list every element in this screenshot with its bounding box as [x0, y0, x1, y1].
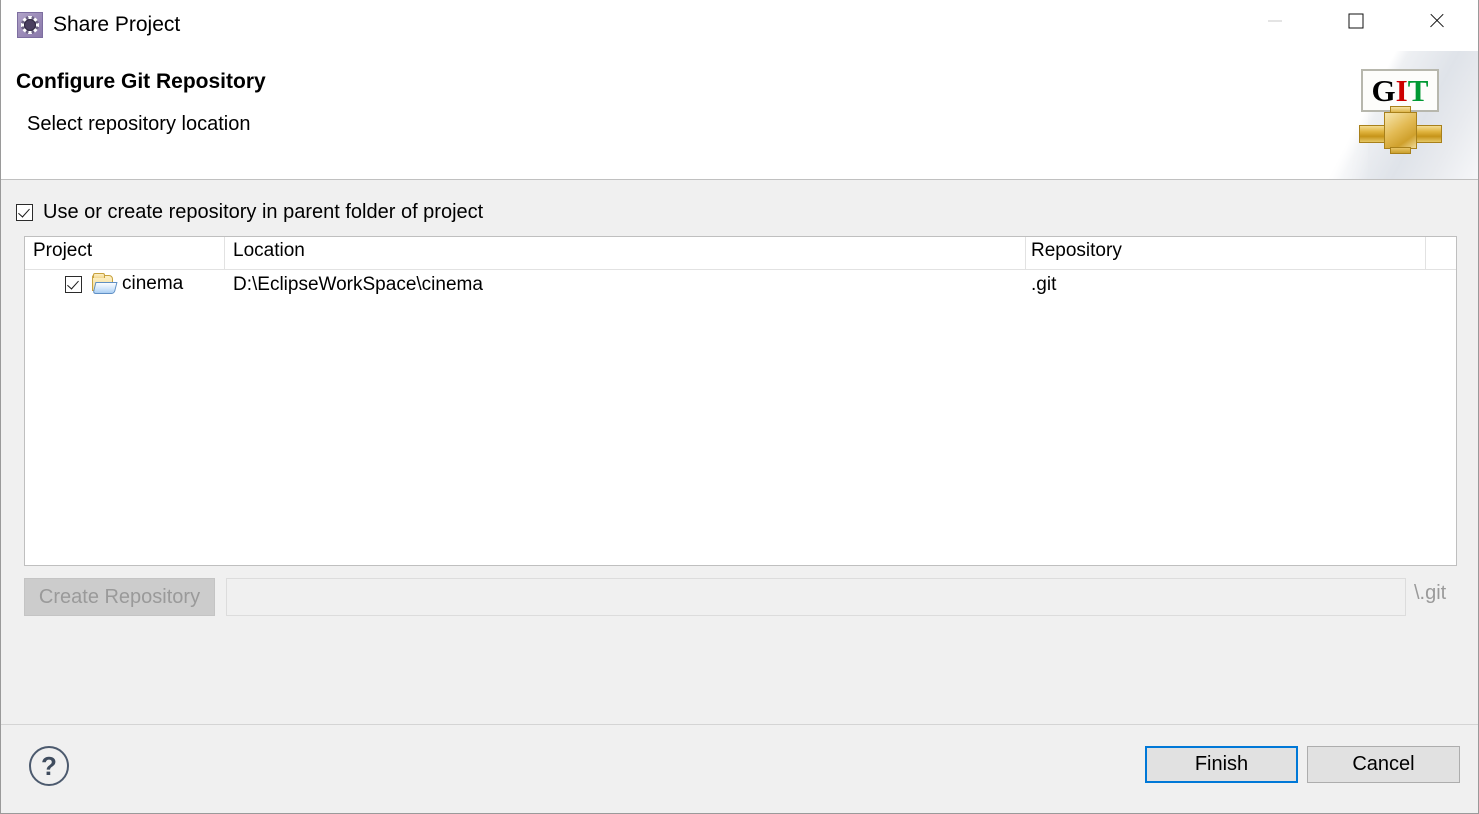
gear-hub [24, 19, 36, 31]
parent-folder-checkbox[interactable] [16, 203, 33, 221]
finish-button[interactable]: Finish [1145, 746, 1298, 783]
column-header-repository[interactable]: Repository [1031, 240, 1122, 262]
window-title: Share Project [53, 13, 181, 36]
share-project-dialog: Share Project Configure Git Repository S… [0, 0, 1479, 814]
title-bar: Share Project [1, 0, 1478, 51]
create-repository-button[interactable]: Create Repository [24, 578, 215, 616]
column-divider[interactable] [224, 237, 225, 270]
column-header-project[interactable]: Project [33, 240, 92, 262]
row-repository-cell: .git [1031, 274, 1057, 295]
table-row[interactable]: cinema D:\EclipseWorkSpace\cinema .git [25, 270, 1456, 306]
row-project-cell[interactable]: cinema [65, 272, 184, 295]
cancel-button[interactable]: Cancel [1307, 746, 1460, 783]
git-letter-i: I [1395, 73, 1408, 108]
row-location-cell: D:\EclipseWorkSpace\cinema [233, 274, 483, 295]
repository-suffix-label: \.git [1414, 582, 1447, 604]
parent-folder-checkbox-label: Use or create repository in parent folde… [43, 200, 484, 223]
page-title: Configure Git Repository [16, 70, 266, 93]
git-letter-g: G [1371, 73, 1396, 108]
row-project-name: cinema [122, 273, 184, 294]
maximize-icon[interactable] [1333, 0, 1379, 42]
folder-icon [92, 272, 118, 294]
git-letter-t: T [1407, 73, 1429, 108]
git-banner-image: GIT [1278, 51, 1478, 179]
help-icon[interactable]: ? [29, 746, 69, 786]
row-checkbox[interactable] [65, 275, 82, 293]
create-repository-row: Create Repository \.git [24, 578, 1457, 616]
minimize-glyph [1268, 20, 1282, 22]
gear-icon [17, 12, 43, 38]
column-header-location[interactable]: Location [233, 240, 305, 262]
minimize-icon[interactable] [1252, 0, 1298, 42]
page-subtitle: Select repository location [27, 113, 251, 135]
folder-front [92, 281, 118, 294]
dialog-body: Use or create repository in parent folde… [1, 181, 1478, 724]
close-glyph [1428, 12, 1446, 30]
table-header-row: Project Location Repository [25, 237, 1456, 270]
column-divider[interactable] [1425, 237, 1426, 270]
dialog-footer: ? Finish Cancel [1, 724, 1478, 813]
wizard-header: Configure Git Repository Select reposito… [1, 51, 1478, 180]
parent-folder-checkbox-row[interactable]: Use or create repository in parent folde… [16, 199, 483, 225]
close-icon[interactable] [1414, 0, 1460, 42]
maximize-glyph [1348, 13, 1364, 29]
git-valve-bottom-graphic [1390, 147, 1411, 154]
column-divider[interactable] [1025, 237, 1026, 270]
repository-path-input[interactable] [226, 578, 1406, 616]
project-repository-table[interactable]: Project Location Repository cinema D:\Ec… [24, 236, 1457, 566]
git-valve-graphic [1384, 112, 1417, 149]
